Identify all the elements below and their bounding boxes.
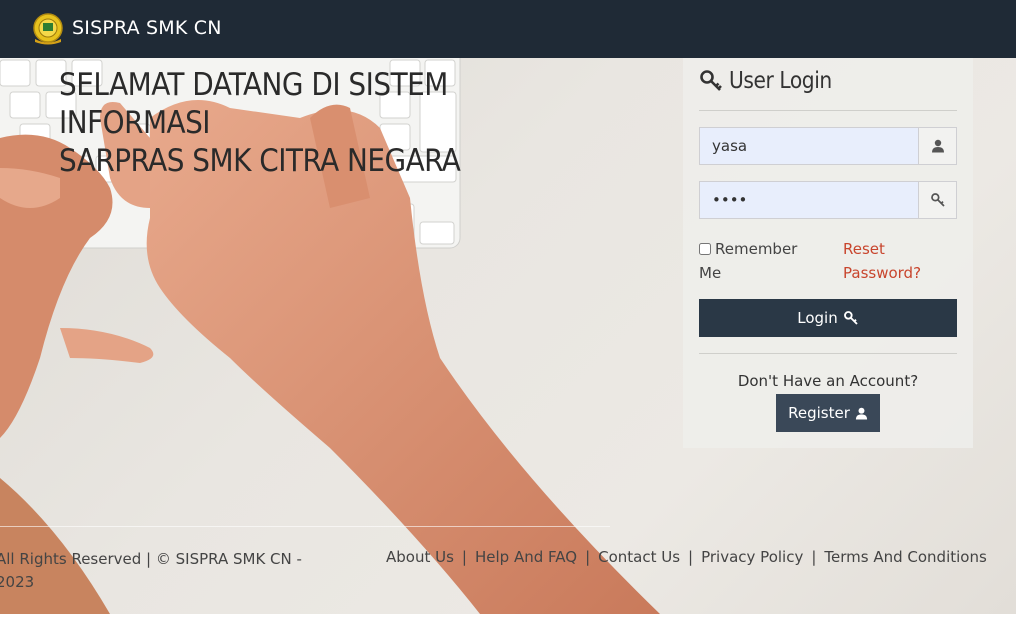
footer-links: About Us | Help And FAQ | Contact Us | Privacy… bbox=[386, 548, 987, 566]
welcome-line-1: SELAMAT DATANG DI SISTEM INFORMASI bbox=[59, 67, 448, 141]
reset-password-link[interactable]: Reset Password? bbox=[843, 237, 953, 285]
separator: | bbox=[585, 548, 591, 566]
welcome-heading: SELAMAT DATANG DI SISTEM INFORMASI SARPR… bbox=[59, 66, 579, 180]
footer-divider bbox=[0, 526, 610, 527]
remember-me[interactable]: Remember Me bbox=[699, 237, 819, 285]
login-title: User Login bbox=[699, 66, 846, 96]
remember-me-label: Remember Me bbox=[699, 240, 798, 282]
brand-name[interactable]: SISPRA SMK CN bbox=[72, 17, 222, 39]
top-navbar: SISPRA SMK CN bbox=[0, 0, 1016, 58]
separator: | bbox=[688, 548, 694, 566]
register-button[interactable]: Register bbox=[776, 394, 880, 432]
user-icon bbox=[855, 407, 867, 420]
footer-link-about[interactable]: About Us bbox=[386, 548, 454, 566]
separator: | bbox=[461, 548, 467, 566]
register-button-label: Register bbox=[788, 404, 850, 422]
login-button[interactable]: Login bbox=[699, 299, 957, 337]
key-icon bbox=[918, 182, 956, 218]
key-icon bbox=[700, 70, 722, 91]
login-title-text: User Login bbox=[729, 68, 832, 94]
username-input[interactable] bbox=[700, 128, 918, 164]
username-field bbox=[699, 127, 957, 165]
remember-me-checkbox[interactable] bbox=[699, 243, 711, 255]
divider bbox=[699, 353, 957, 354]
login-button-label: Login bbox=[797, 309, 838, 327]
footer-link-privacy[interactable]: Privacy Policy bbox=[701, 548, 803, 566]
password-input[interactable] bbox=[700, 182, 918, 218]
hero-section: SELAMAT DATANG DI SISTEM INFORMASI SARPR… bbox=[0, 58, 1016, 614]
separator: | bbox=[811, 548, 817, 566]
copyright-text: All Rights Reserved | © SISPRA SMK CN - … bbox=[0, 550, 302, 591]
footer-link-help[interactable]: Help And FAQ bbox=[475, 548, 577, 566]
password-field bbox=[699, 181, 957, 219]
login-panel: User Login Remember Me Re bbox=[683, 58, 973, 448]
key-icon bbox=[843, 311, 858, 325]
footer-link-terms[interactable]: Terms And Conditions bbox=[824, 548, 986, 566]
no-account-text: Don't Have an Account? bbox=[737, 372, 919, 390]
school-emblem-icon[interactable] bbox=[31, 13, 65, 45]
welcome-line-2: SARPRAS SMK CITRA NEGARA bbox=[59, 143, 461, 179]
divider bbox=[699, 110, 957, 111]
footer-link-contact[interactable]: Contact Us bbox=[598, 548, 680, 566]
user-icon bbox=[918, 128, 956, 164]
